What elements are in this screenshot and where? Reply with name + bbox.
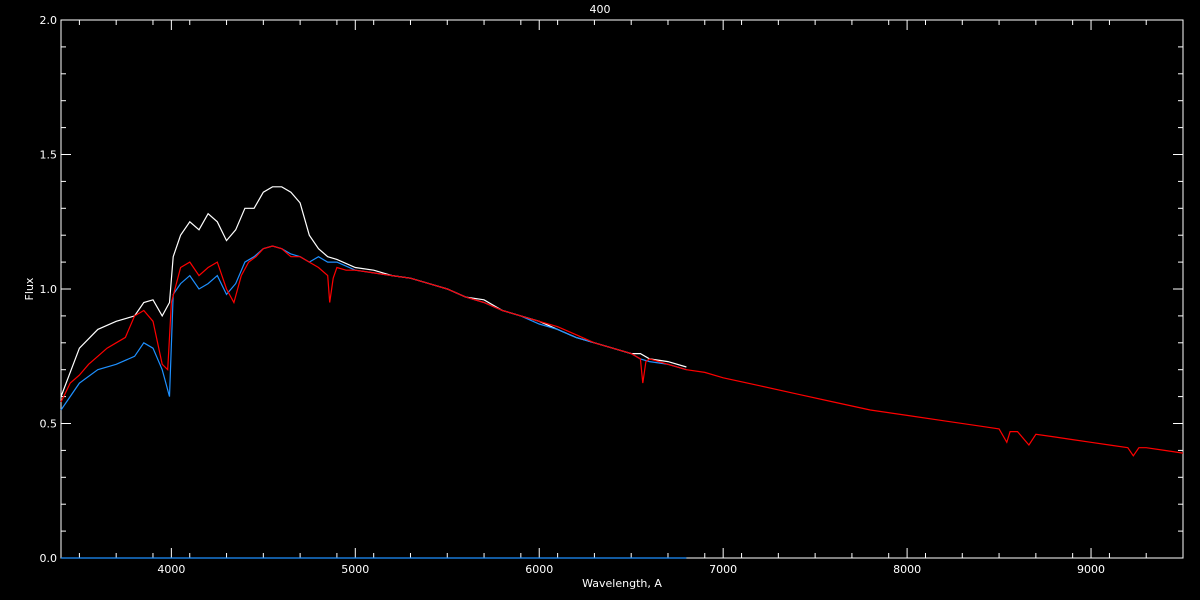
y-tick-label: 2.0 <box>40 14 58 27</box>
y-tick-label: 0.5 <box>40 418 58 431</box>
chart-background <box>0 0 1200 600</box>
y-tick-label: 1.0 <box>40 283 58 296</box>
chart-title: 400 <box>590 3 611 16</box>
x-axis-label: Wavelength, A <box>582 577 662 590</box>
x-tick-label: 6000 <box>525 563 553 576</box>
x-tick-label: 7000 <box>709 563 737 576</box>
x-tick-label: 9000 <box>1077 563 1105 576</box>
spectrum-chart: 400 4000 5000 6000 7000 8000 9000 0.0 0.5 1.0 1.5… <box>0 0 1200 600</box>
y-tick-label: 0.0 <box>40 552 58 565</box>
y-axis-label: Flux <box>23 277 36 300</box>
x-tick-label: 5000 <box>341 563 369 576</box>
x-tick-label: 8000 <box>893 563 921 576</box>
x-tick-label: 4000 <box>157 563 185 576</box>
y-tick-label: 1.5 <box>40 149 58 162</box>
